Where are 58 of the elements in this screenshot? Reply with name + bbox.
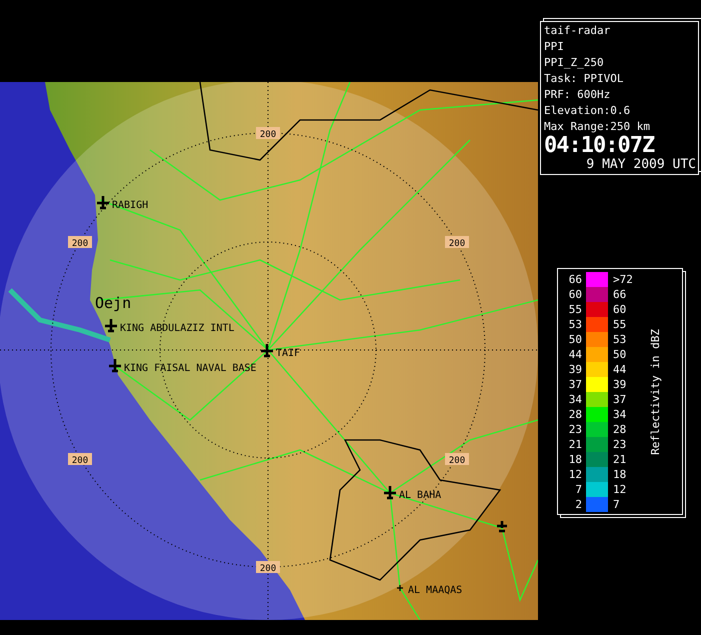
info-text: taif-radar [544, 23, 612, 39]
info-text: PPI [544, 39, 565, 55]
legend-value: 34 [613, 408, 628, 420]
legend-value: 39 [613, 378, 628, 390]
legend-value: 12 [568, 468, 582, 480]
legend-value: 18 [613, 468, 628, 480]
legend-value: 53 [613, 332, 628, 346]
legend-value: 18 [568, 452, 582, 466]
legend-value: 7 [574, 482, 582, 496]
legend-value: 12 [613, 482, 628, 496]
legend-value: 66 [613, 288, 628, 300]
legend-value: 7 [613, 498, 621, 510]
plane-icon [96, 194, 110, 210]
legend-value: 37 [568, 378, 582, 390]
time-text: 04:10:07Z [544, 135, 656, 157]
legend-value: 23 [568, 422, 582, 436]
legend-value: 28 [568, 408, 582, 420]
range-label: 200 [445, 236, 469, 249]
plane-icon [260, 342, 274, 358]
plane-icon [104, 318, 118, 334]
info-text: Task: PPIVOL [544, 71, 624, 87]
range-label: 200 [68, 236, 92, 249]
legend-value: 34 [568, 392, 582, 406]
plus-icon [396, 584, 404, 592]
date-text: 9 MAY 2009 UTC [585, 157, 696, 172]
place-label: KING ABDULAZIZ INTL [120, 323, 234, 334]
legend-value: 37 [613, 392, 628, 406]
legend-value: 39 [568, 362, 582, 376]
info-text: Max Range:250 km [544, 119, 651, 135]
legend-value: 66 [568, 272, 582, 286]
legend-value: 23 [613, 438, 628, 450]
place-label: AL MAAQAS [408, 585, 462, 596]
range-label: 200 [445, 453, 469, 466]
range-label: 200 [68, 453, 92, 466]
legend-value: 50 [568, 332, 582, 346]
legend-value: 53 [568, 318, 582, 330]
legend-value: 2 [574, 498, 582, 510]
range-label: 200 [256, 561, 280, 574]
info-text: PRF: 600Hz [544, 87, 612, 103]
legend-value: 44 [613, 362, 628, 376]
legend-value: 55 [568, 302, 582, 316]
legend-value: 55 [613, 318, 628, 330]
place-label: TAIF [276, 348, 300, 359]
legend-title: Reflectivity in dBZ [649, 328, 662, 454]
info-text: Elevation:0.6 [544, 103, 632, 119]
legend-value: 50 [613, 348, 628, 360]
info-text: PPI_Z_250 [544, 55, 605, 71]
legend-value: 21 [568, 438, 582, 450]
legend-value: 21 [613, 452, 628, 466]
legend-value: >72 [613, 272, 634, 286]
plane-icon [382, 484, 398, 500]
station-label: Oejn [95, 294, 132, 312]
legend-value: 44 [568, 348, 582, 360]
legend-value: 60 [613, 302, 628, 316]
legend-value: 28 [613, 422, 628, 436]
range-label: 200 [256, 127, 280, 140]
legend-value: 60 [568, 288, 582, 300]
plane-icon [108, 358, 122, 374]
